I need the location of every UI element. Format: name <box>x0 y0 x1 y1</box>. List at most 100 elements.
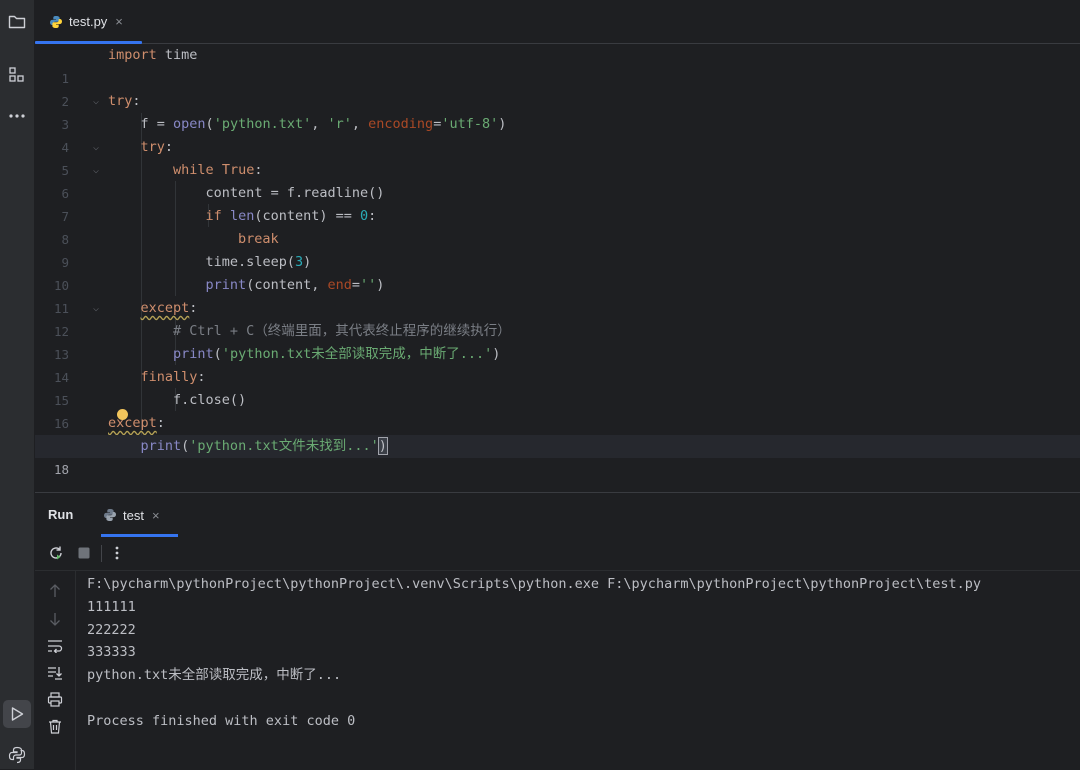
code-token: import <box>108 47 157 63</box>
play-icon <box>11 707 24 721</box>
run-panel-header: Run test × <box>35 493 1080 537</box>
editor-tab-bar: test.py × <box>35 0 1080 44</box>
structure-button[interactable] <box>3 61 31 89</box>
code-token: , <box>351 116 369 132</box>
code-line: 2 <box>35 67 1080 109</box>
more-horizontal-icon <box>9 114 25 118</box>
code-line: 3 ⌵ try: <box>35 90 1080 132</box>
soft-wrap-icon <box>48 640 63 653</box>
more-tools-button[interactable] <box>3 102 31 130</box>
code-editor[interactable]: 1 import time 2 3 ⌵ try: 4 f = open('pyt… <box>35 44 1080 492</box>
tab-close-icon[interactable]: × <box>115 14 123 29</box>
line-number: 18 <box>53 462 69 477</box>
tab-filename: test.py <box>69 14 108 29</box>
code-token: : <box>164 139 174 155</box>
code-token: len <box>229 208 255 224</box>
code-token: = <box>351 277 360 293</box>
more-options-button[interactable] <box>108 544 126 562</box>
code-line: 14 print('python.txt未全部读取完成，中断了...') <box>35 343 1080 385</box>
code-token: 'python.txt未全部读取完成，中断了...' <box>221 346 493 362</box>
console-line: 111111 <box>87 598 136 615</box>
project-button[interactable] <box>3 8 31 36</box>
code-comment: # Ctrl + C（终端里面，其代表终止程序的继续执行） <box>173 323 511 339</box>
trash-icon <box>49 719 61 734</box>
code-line: 9 break <box>35 228 1080 270</box>
stop-icon <box>78 547 90 559</box>
editor-tab-test-py[interactable]: test.py × <box>35 0 142 44</box>
code-line-current: 18 print('python.txt文件未找到...') <box>35 435 1080 477</box>
code-token: ) <box>303 254 312 270</box>
code-token: : <box>197 369 206 385</box>
code-token: : <box>156 415 165 431</box>
code-line: 15 finally: <box>35 366 1080 408</box>
activity-bar <box>0 0 35 769</box>
print-button[interactable] <box>46 690 64 708</box>
python-file-icon <box>50 15 62 28</box>
code-token: open <box>173 116 206 132</box>
code-token: : <box>189 300 198 316</box>
code-token: except <box>108 415 157 431</box>
run-tab-close-icon[interactable]: × <box>152 508 160 523</box>
code-line: 11 print(content, end='') <box>35 274 1080 316</box>
fold-chevron-icon[interactable]: ⌵ <box>93 136 99 159</box>
code-line: 12 ⌵ except: <box>35 297 1080 339</box>
run-tool-button[interactable] <box>3 700 31 728</box>
scroll-to-end-icon <box>48 667 62 680</box>
scroll-down-button[interactable] <box>46 610 64 628</box>
code-token: 'r' <box>327 116 352 132</box>
code-token: True <box>221 162 255 178</box>
console-line: python.txt未全部读取完成，中断了... <box>87 667 342 684</box>
code-token: print <box>205 277 247 293</box>
soft-wrap-button[interactable] <box>46 637 64 655</box>
text-caret: ) <box>377 437 388 455</box>
code-line: 13 # Ctrl + C（终端里面，其代表终止程序的继续执行） <box>35 320 1080 362</box>
printer-icon <box>47 691 63 707</box>
arrow-down-icon <box>50 613 60 626</box>
code-line: 5 ⌵ try: <box>35 136 1080 178</box>
structure-icon <box>9 67 24 82</box>
code-token: try <box>108 93 133 109</box>
lightbulb-icon[interactable] <box>117 409 128 420</box>
code-line: 7 content = f.readline() <box>35 182 1080 224</box>
rerun-icon <box>50 546 62 560</box>
code-token: (content) == <box>254 208 361 224</box>
scroll-up-button[interactable] <box>46 582 64 600</box>
fold-chevron-icon[interactable]: ⌵ <box>93 90 99 113</box>
code-token: time <box>156 47 198 63</box>
fold-chevron-icon[interactable]: ⌵ <box>93 297 99 320</box>
code-token: 'python.txt文件未找到...' <box>189 438 379 454</box>
code-token: except <box>140 300 190 316</box>
console-line: F:\pycharm\pythonProject\pythonProject\.… <box>87 576 982 592</box>
code-token: : <box>254 162 263 178</box>
code-line: 10 time.sleep(3) <box>35 251 1080 293</box>
fold-chevron-icon[interactable]: ⌵ <box>93 159 99 182</box>
code-token: , <box>311 116 328 132</box>
code-token: : <box>132 93 141 109</box>
console-line: Process finished with exit code 0 <box>87 712 356 729</box>
clear-button[interactable] <box>46 717 64 735</box>
console-output[interactable]: F:\pycharm\pythonProject\pythonProject\.… <box>87 573 1077 733</box>
run-tab-test[interactable]: test × <box>103 493 178 537</box>
code-token: (content, <box>246 277 328 293</box>
python-console-button[interactable] <box>3 741 31 769</box>
code-token: content = f.readline() <box>205 185 385 201</box>
arrow-up-icon <box>50 584 60 597</box>
code-token: print <box>140 438 182 454</box>
code-line: 8 if len(content) == 0: <box>35 205 1080 247</box>
stop-button[interactable] <box>75 544 93 562</box>
code-token: print <box>173 346 214 362</box>
more-vertical-icon <box>115 546 119 560</box>
code-token: ) <box>376 277 385 293</box>
code-line: 17 except: <box>35 412 1080 454</box>
rerun-button[interactable] <box>47 544 65 562</box>
scroll-to-end-button[interactable] <box>46 664 64 682</box>
code-line: 16 f.close() <box>35 389 1080 431</box>
console-line: 333333 <box>87 644 136 661</box>
code-token: while <box>173 162 214 178</box>
run-toolbar <box>35 537 1080 571</box>
code-token: time.sleep( <box>205 254 295 270</box>
code-line: 6 ⌵ while True: <box>35 159 1080 201</box>
